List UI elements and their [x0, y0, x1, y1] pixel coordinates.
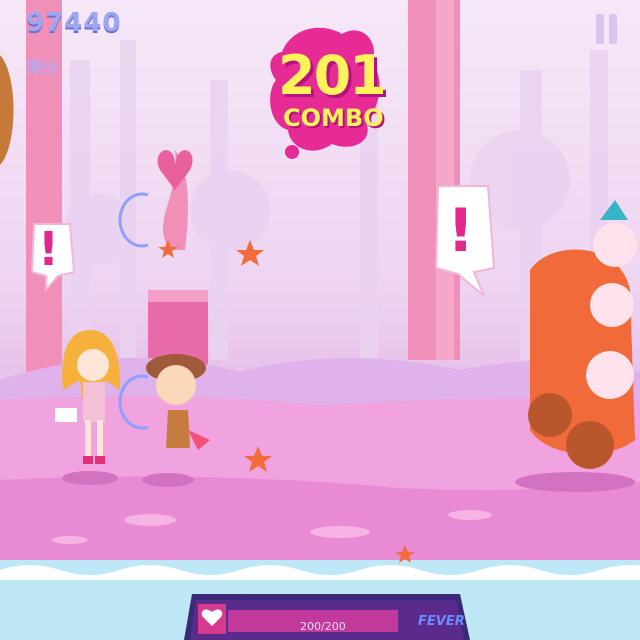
fever-bar	[184, 594, 470, 640]
game-screen[interactable]: ! ! 97440 得分 201 COMBO 200/200 FEVER	[0, 0, 640, 640]
fever-label: FEVER	[418, 614, 465, 629]
fever-count: 200/200	[300, 620, 346, 633]
